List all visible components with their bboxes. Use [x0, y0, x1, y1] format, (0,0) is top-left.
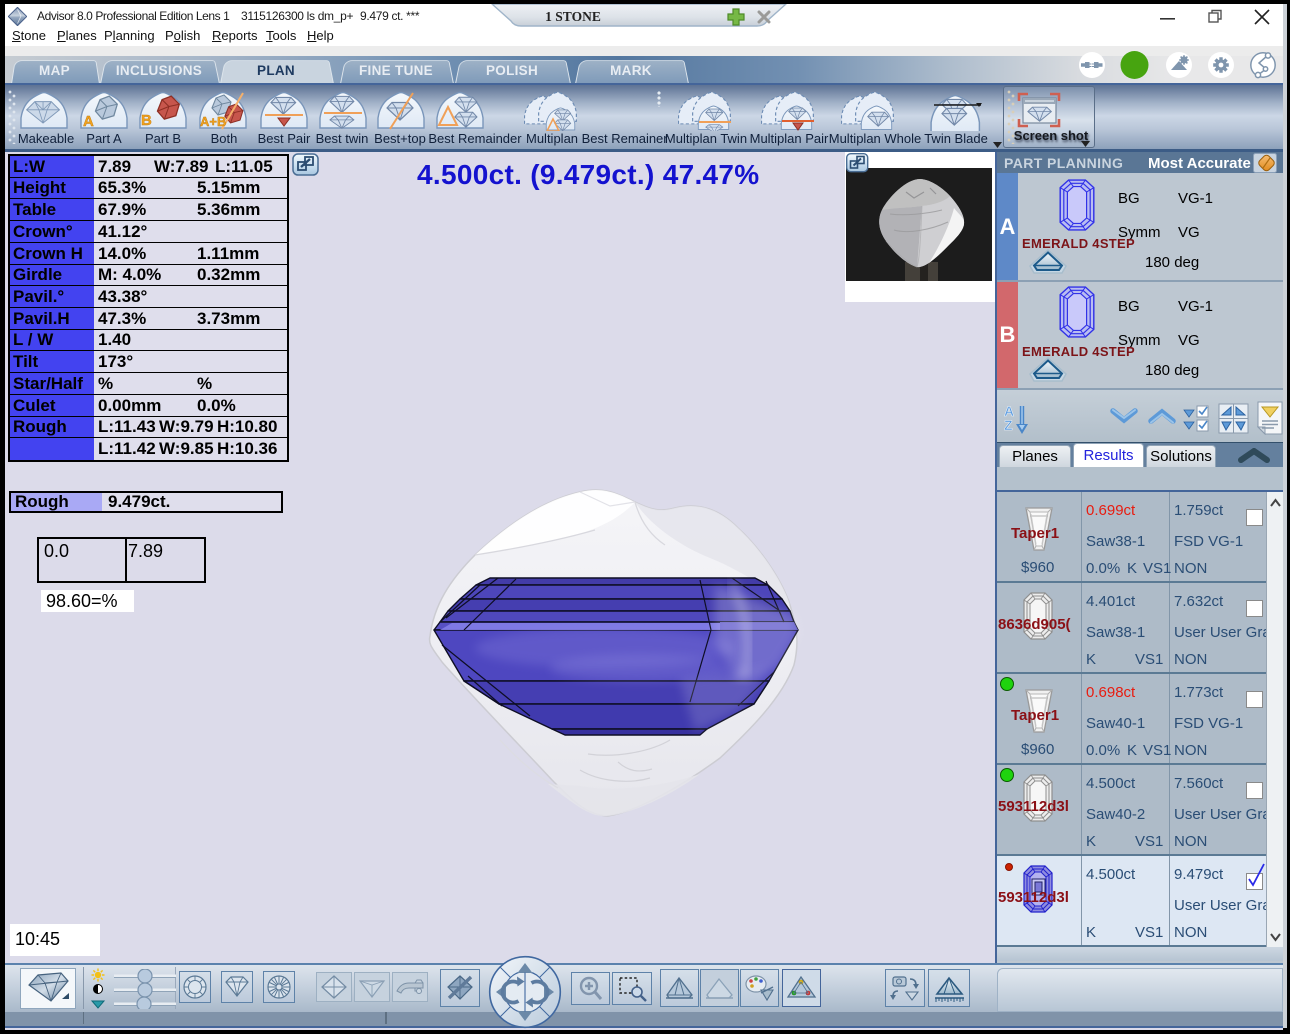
svg-text:A: A: [83, 113, 94, 130]
svg-text:Z: Z: [1004, 417, 1013, 433]
svg-text:A+B: A+B: [200, 114, 226, 129]
svg-text:B: B: [141, 112, 152, 129]
